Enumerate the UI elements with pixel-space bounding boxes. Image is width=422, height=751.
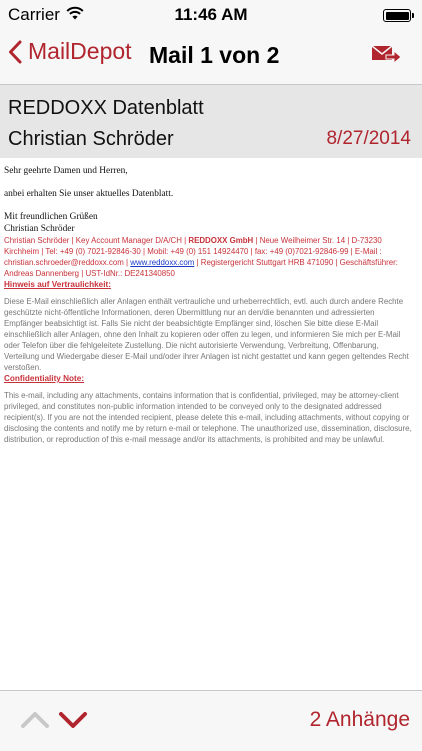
mail-header: REDDOXX Datenblatt Christian Schröder 8/… [0, 85, 422, 158]
chevron-down-icon[interactable] [58, 708, 88, 732]
mail-subject: REDDOXX Datenblatt [8, 97, 204, 119]
sig-city: Kirchheim [4, 247, 40, 256]
sig-email: christian.schroeder@reddoxx.com [4, 258, 124, 267]
sig-gf-label: Geschäftsführer: [339, 258, 398, 267]
greeting: Sehr geehrte Damen und Herren, [4, 166, 128, 176]
confidentiality-text-en: This e-mail, including any attachments, … [4, 391, 412, 444]
mail-sender: Christian Schröder [8, 128, 174, 150]
sig-tel: Tel: +49 (0) 7021-92846-30 [45, 247, 141, 256]
closing: Mit freundlichen Grüßen [4, 212, 98, 222]
chevron-up-icon [21, 712, 49, 728]
sig-company: REDDOXX GmbH [188, 236, 254, 245]
website-link[interactable]: www.reddoxx.com [130, 258, 194, 267]
confidentiality-text-de: Diese E-Mail einschließlich aller Anlage… [4, 297, 409, 372]
bottom-toolbar: 2 Anhänge [0, 690, 422, 751]
back-button[interactable]: MailDepot [8, 38, 132, 65]
signature: Christian Schröder | Key Account Manager… [4, 236, 398, 278]
sig-name: Christian Schröder [4, 236, 70, 245]
signer-name: Christian Schröder [4, 224, 75, 234]
confidentiality-heading-en: Confidentiality Note: [4, 374, 85, 383]
battery-icon [383, 9, 414, 22]
sig-mobil: Mobil: +49 (0) 151 14924470 [147, 247, 249, 256]
sig-zip: D-73230 [351, 236, 382, 245]
page-title: Mail 1 von 2 [149, 42, 280, 68]
clock: 11:46 AM [174, 5, 248, 24]
mail-forward-icon[interactable] [372, 44, 402, 66]
chevron-left-icon [9, 40, 22, 63]
nav-bar: MailDepot Mail 1 von 2 [0, 30, 422, 85]
sig-gf: Andreas Dannenberg [4, 269, 80, 278]
sig-register: Registergericht Stuttgart HRB 471090 [200, 258, 334, 267]
sig-ust: UST-IdNr.: DE241340850 [85, 269, 175, 278]
sig-street: Neue Weilheimer Str. 14 [259, 236, 346, 245]
back-label: MailDepot [28, 38, 132, 64]
sig-email-label: E-Mail : [354, 247, 382, 256]
status-bar: Carrier 11:46 AM [0, 0, 422, 30]
attachments-button[interactable]: 2 Anhänge [310, 708, 410, 732]
sig-role: Key Account Manager D/A/CH [75, 236, 182, 245]
confidentiality-heading-de: Hinweis auf Vertraulichkeit: [4, 280, 111, 289]
mail-date: 8/27/2014 [326, 128, 411, 149]
sig-fax: fax: +49 (0)7021-92846-99 [254, 247, 349, 256]
mail-body[interactable]: Sehr geehrte Damen und Herren, anbei erh… [0, 158, 422, 690]
intro-text: anbei erhalten Sie unser aktuelles Daten… [4, 189, 174, 199]
